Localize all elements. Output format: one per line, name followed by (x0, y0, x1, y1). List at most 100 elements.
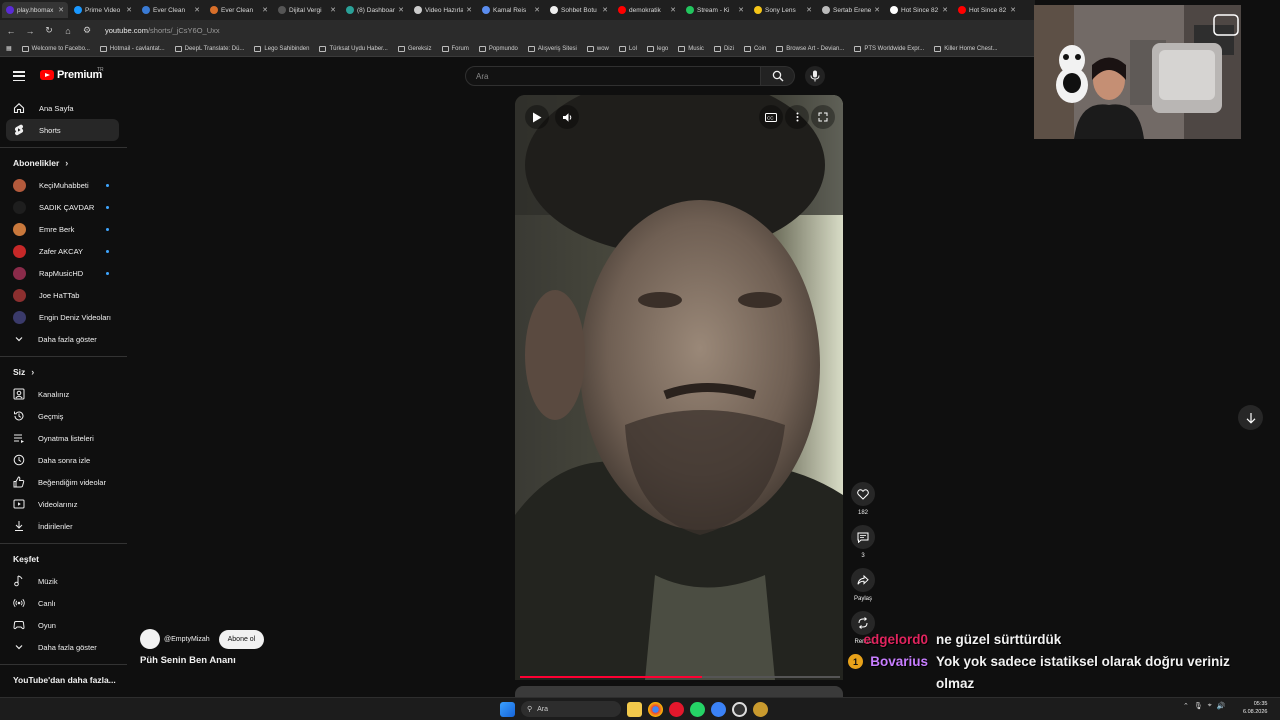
subscription-item[interactable]: Emre Berk (0, 218, 127, 240)
comments-button[interactable] (851, 525, 875, 549)
bookmark-item[interactable]: Browse Art - Devian... (776, 45, 844, 52)
browser-tab[interactable]: Sony Lens ✕ (750, 2, 816, 18)
close-tab-icon[interactable]: ✕ (466, 6, 472, 14)
sidebar-item[interactable]: Canlı (0, 592, 127, 614)
menu-icon[interactable] (13, 71, 25, 81)
microphone-icon[interactable]: 🎙 (1194, 702, 1203, 710)
chevron-up-icon[interactable]: ⌃ (1183, 702, 1189, 710)
subscription-item[interactable]: Engin Deniz Videoları (0, 306, 127, 328)
short-title[interactable]: Püh Senin Ben Ananı (140, 655, 236, 666)
fullscreen-button[interactable] (811, 105, 835, 129)
play-button[interactable] (525, 105, 549, 129)
sidebar-item-home[interactable]: Ana Sayfa (0, 97, 119, 119)
bookmark-item[interactable]: DeepL Translate: Dü... (174, 45, 244, 52)
back-icon[interactable]: ← (6, 26, 16, 36)
browser-tab[interactable]: Video Hazırla ✕ (410, 2, 476, 18)
bookmark-item[interactable]: Music (678, 45, 704, 52)
forward-icon[interactable]: → (25, 26, 35, 36)
shorts-video-player[interactable]: CC (515, 95, 843, 680)
sidebar-item[interactable]: Daha sonra izle (0, 449, 127, 471)
close-tab-icon[interactable]: ✕ (330, 6, 336, 14)
subscription-item[interactable]: Joe HaTTab (0, 284, 127, 306)
chrome-icon[interactable] (648, 701, 663, 717)
browser-tab[interactable]: Ever Clean ✕ (206, 2, 272, 18)
sidebar-item[interactable]: Geçmiş (0, 405, 127, 427)
bookmark-item[interactable]: Popmundo (478, 45, 518, 52)
explore-show-more[interactable]: Daha fazla göster (0, 636, 127, 658)
bookmark-item[interactable]: Lego Sahibinden (254, 45, 309, 52)
close-tab-icon[interactable]: ✕ (806, 6, 812, 14)
bookmark-item[interactable]: Coin (743, 45, 766, 52)
channel-name[interactable]: @EmptyMizah (164, 636, 210, 643)
obs-icon[interactable] (732, 701, 747, 717)
close-tab-icon[interactable]: ✕ (194, 6, 200, 14)
browser-tab[interactable]: Sertab Erene ✕ (818, 2, 884, 18)
url-field[interactable]: youtube.com/shorts/_jCsY6O_Uxx (105, 26, 220, 35)
subscriptions-show-more[interactable]: Daha fazla göster (0, 328, 127, 350)
bookmark-item[interactable]: wow (586, 45, 609, 52)
browser-tab[interactable]: demokratik ✕ (614, 2, 680, 18)
share-button[interactable] (851, 568, 875, 592)
sidebar-item[interactable]: Kanalınız (0, 383, 127, 405)
close-tab-icon[interactable]: ✕ (398, 6, 404, 14)
voice-search-button[interactable] (805, 66, 825, 86)
captions-button[interactable]: CC (759, 105, 783, 129)
sidebar-item-shorts[interactable]: Shorts (6, 119, 119, 141)
bookmark-item[interactable]: Gereksiz (397, 45, 432, 52)
bookmark-item[interactable]: lego (646, 45, 668, 52)
network-icon[interactable]: ⌖ (1208, 702, 1212, 710)
start-button[interactable] (500, 701, 515, 717)
browser-tab[interactable]: (8) Dashboard ✕ (342, 2, 408, 18)
subscribe-button[interactable]: Abone ol (218, 629, 265, 649)
like-button[interactable] (851, 482, 875, 506)
subscription-item[interactable]: Zafer AKCAY (0, 240, 127, 262)
site-info-icon[interactable]: ⚙ (82, 25, 92, 36)
bookmark-item[interactable]: Welcome to Facebo... (21, 45, 90, 52)
close-tab-icon[interactable]: ✕ (126, 6, 132, 14)
opera-icon[interactable] (669, 701, 684, 717)
youtube-logo[interactable]: Premium (40, 69, 102, 81)
bookmark-item[interactable]: Alışveriş Sitesi (527, 45, 577, 52)
volume-icon[interactable]: 🔊 (1217, 702, 1226, 710)
bookmark-item[interactable]: Lol (618, 45, 637, 52)
more-options-button[interactable] (785, 105, 809, 129)
sidebar-item[interactable]: Videolarınız (0, 493, 127, 515)
close-tab-icon[interactable]: ✕ (874, 6, 880, 14)
sidebar-item[interactable]: Oynatma listeleri (0, 427, 127, 449)
bookmark-item[interactable]: Killer Home Chest... (934, 45, 998, 52)
sidebar-item[interactable]: Müzik (0, 570, 127, 592)
file-explorer-icon[interactable] (627, 701, 642, 717)
search-input[interactable]: Ara (465, 66, 761, 86)
close-tab-icon[interactable]: ✕ (670, 6, 676, 14)
next-short-button[interactable] (1238, 405, 1263, 430)
subscription-item[interactable]: SADIK ÇAVDAR (0, 196, 127, 218)
browser-tab[interactable]: Kamal Reis ✕ (478, 2, 544, 18)
close-tab-icon[interactable]: ✕ (58, 6, 64, 14)
system-clock[interactable]: 05:35 6.08.2026 (1243, 700, 1267, 716)
browser-tab[interactable]: Hot Since 82 ✕ (954, 2, 1020, 18)
app-icon[interactable] (711, 701, 726, 717)
app-icon[interactable] (753, 701, 768, 717)
channel-avatar[interactable] (140, 629, 160, 649)
search-button[interactable] (761, 66, 795, 86)
close-tab-icon[interactable]: ✕ (262, 6, 268, 14)
browser-tab[interactable]: Sohbet Botu ✕ (546, 2, 612, 18)
close-tab-icon[interactable]: ✕ (602, 6, 608, 14)
browser-tab[interactable]: Hot Since 82 ✕ (886, 2, 952, 18)
you-heading[interactable]: Siz › (0, 361, 127, 383)
sidebar-item[interactable]: Beğendiğim videolar (0, 471, 127, 493)
bookmark-item[interactable]: Dizi (713, 45, 734, 52)
bookmark-item[interactable]: Hotmail - cavlantat... (99, 45, 165, 52)
bookmark-item[interactable]: Forum (441, 45, 469, 52)
bookmark-item[interactable]: PTS Worldwide Expr... (854, 45, 924, 52)
subscription-item[interactable]: KeçiMuhabbeti (0, 174, 127, 196)
browser-tab[interactable]: Stream - Ki ✕ (682, 2, 748, 18)
subscription-item[interactable]: RapMusicHD (0, 262, 127, 284)
apps-grid-icon[interactable]: ▦ (6, 45, 12, 52)
whatsapp-icon[interactable] (690, 701, 705, 717)
taskbar-search[interactable]: ⚲ Ara (521, 701, 621, 717)
browser-tab[interactable]: Prime Video ✕ (70, 2, 136, 18)
bookmark-item[interactable]: Türksat Uydu Haber... (319, 45, 388, 52)
close-tab-icon[interactable]: ✕ (942, 6, 948, 14)
home-icon[interactable]: ⌂ (63, 26, 73, 36)
